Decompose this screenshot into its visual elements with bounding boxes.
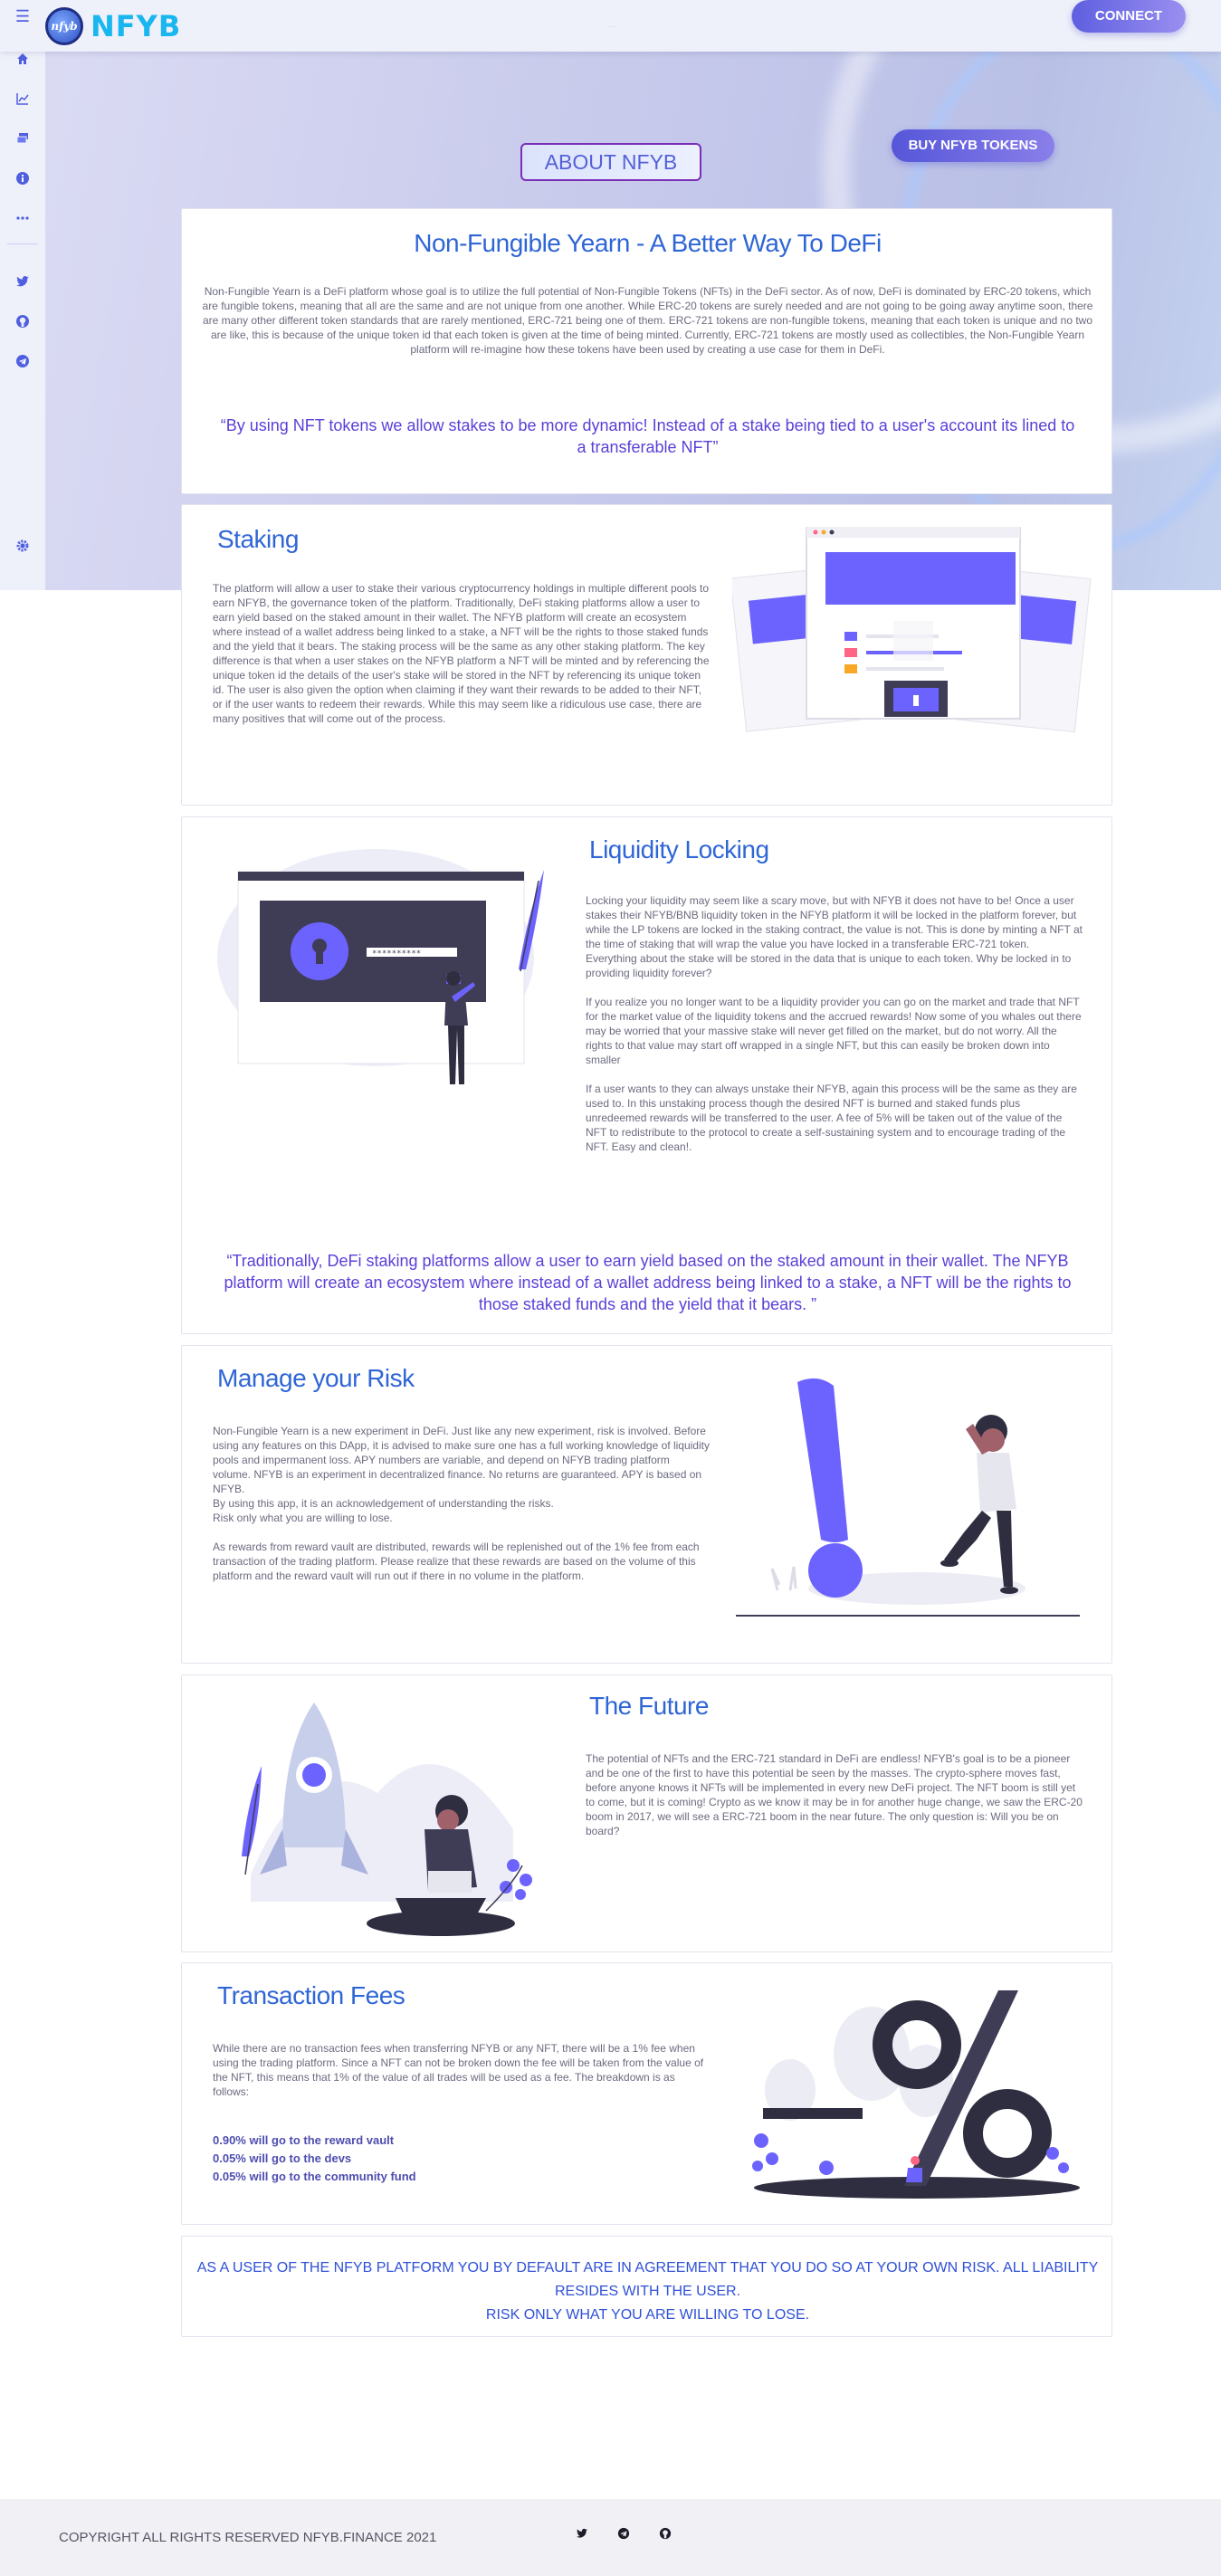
risk-title: Manage your Risk (217, 1364, 415, 1392)
disclaimer-line: RISK ONLY WHAT YOU ARE WILLING TO LOSE. (485, 2307, 810, 2323)
risk-paragraph: Non-Fungible Yearn is a new experiment i… (213, 1425, 710, 1495)
about-nfyb-button[interactable]: ABOUT NFYB (520, 143, 701, 181)
menu-icon[interactable]: ☰ (13, 7, 33, 25)
sidebar (0, 52, 45, 590)
about-title: Non-Fungible Yearn - A Better Way To DeF… (414, 229, 882, 257)
buy-tokens-button[interactable]: BUY NFYB TOKENS (892, 129, 1054, 162)
liquidity-title: Liquidity Locking (589, 835, 769, 863)
staking-title: Staking (217, 525, 299, 553)
staking-illustration (732, 527, 1092, 733)
footer: COPYRIGHT ALL RIGHTS RESERVED NFYB.FINAN… (0, 2499, 1221, 2576)
info-icon[interactable] (13, 171, 33, 191)
fees-breakdown: 0.90% will go to the reward vault 0.05% … (213, 2132, 416, 2186)
copyright-text: COPYRIGHT ALL RIGHTS RESERVED NFYB.FINAN… (59, 2530, 437, 2545)
about-card: Non-Fungible Yearn - A Better Way To DeF… (181, 208, 1112, 494)
sidebar-divider (7, 243, 38, 244)
topbar-indicator: ··· (608, 22, 617, 32)
logo[interactable]: nfyb (45, 7, 83, 45)
liquidity-quote: “Traditionally, DeFi staking platforms a… (224, 1252, 1072, 1313)
risk-paragraph: Risk only what you are willing to lose. (213, 1512, 393, 1524)
risk-paragraph: By using this app, it is an acknowledgem… (213, 1497, 554, 1510)
about-body: Non-Fungible Yearn is a DeFi platform wh… (202, 285, 1093, 356)
github-icon[interactable] (655, 2525, 675, 2545)
connect-button[interactable]: CONNECT (1072, 0, 1186, 33)
telegram-icon[interactable] (13, 354, 33, 374)
staking-card: Staking The platform will allow a user t… (181, 504, 1112, 806)
fee-item: 0.05% will go to the community fund (213, 2170, 416, 2183)
risk-paragraph: As rewards from reward vault are distrib… (213, 1541, 700, 1582)
future-card: The Future The potential of NFTs and the… (181, 1674, 1112, 1952)
liquidity-card: ********** Liquidity Locking Locking you… (181, 816, 1112, 1334)
fee-item: 0.90% will go to the reward vault (213, 2133, 395, 2147)
future-body: The potential of NFTs and the ERC-721 st… (586, 1752, 1083, 1837)
liquidity-paragraph: If a user wants to they can always unsta… (586, 1083, 1077, 1153)
risk-body: Non-Fungible Yearn is a new experiment i… (213, 1424, 711, 1583)
github-icon[interactable] (13, 314, 33, 334)
future-illustration (242, 1703, 532, 1936)
staking-body: The platform will allow a user to stake … (213, 582, 710, 725)
brand-name[interactable]: NFYB (91, 8, 181, 44)
fees-title: Transaction Fees (217, 1981, 405, 2009)
about-quote: “By using NFT tokens we allow stakes to … (220, 416, 1075, 456)
disclaimer-line: AS A USER OF THE NFYB PLATFORM YOU BY DE… (196, 2260, 1099, 2299)
disclaimer: AS A USER OF THE NFYB PLATFORM YOU BY DE… (182, 2256, 1113, 2327)
liquidity-paragraph: Locking your liquidity may seem like a s… (586, 894, 1083, 979)
twitter-icon[interactable] (572, 2525, 592, 2545)
fees-card: Transaction Fees While there are no tran… (181, 1962, 1112, 2225)
liquidity-body: Locking your liquidity may seem like a s… (586, 893, 1083, 1169)
risk-card: Manage your Risk Non-Fungible Yearn is a… (181, 1345, 1112, 1664)
layers-icon[interactable] (13, 131, 33, 151)
more-icon[interactable] (13, 211, 33, 231)
twitter-icon[interactable] (13, 274, 33, 294)
home-icon[interactable] (13, 52, 33, 72)
disclaimer-card: AS A USER OF THE NFYB PLATFORM YOU BY DE… (181, 2236, 1112, 2337)
settings-icon[interactable] (13, 539, 33, 558)
liquidity-illustration: ********** (217, 849, 544, 1084)
risk-illustration (736, 1378, 1080, 1617)
top-bar: ☰ nfyb NFYB ··· CONNECT (0, 0, 1221, 52)
chart-icon[interactable] (13, 91, 33, 111)
telegram-icon[interactable] (614, 2525, 634, 2545)
fee-item: 0.05% will go to the devs (213, 2151, 352, 2165)
future-title: The Future (589, 1692, 709, 1720)
svg-text:**********: ********** (372, 949, 421, 959)
fees-illustration (752, 1990, 1080, 2199)
liquidity-paragraph: If you realize you no longer want to be … (586, 996, 1082, 1066)
fees-body: While there are no transaction fees when… (213, 2042, 704, 2098)
